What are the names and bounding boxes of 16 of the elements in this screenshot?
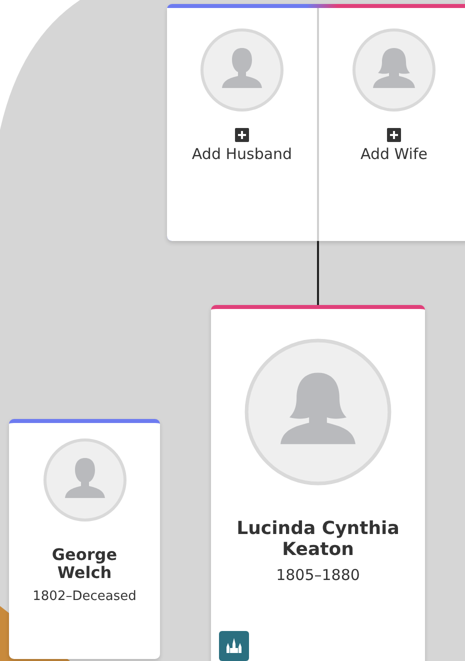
- person-card[interactable]: Lucinda Cynthia Keaton 1805–1880: [211, 305, 425, 661]
- person-dates: 1805–1880: [276, 566, 360, 584]
- avatar-placeholder-icon: [200, 28, 284, 112]
- person-card[interactable]: George Welch 1802–Deceased: [9, 419, 160, 659]
- avatar-placeholder-icon: [352, 28, 436, 112]
- connector-line: [317, 241, 319, 305]
- person-name: George Welch: [50, 546, 118, 583]
- person-dates: 1802–Deceased: [32, 588, 136, 604]
- plus-icon: [235, 128, 249, 142]
- add-parent-button[interactable]: Add Husband: [192, 128, 292, 163]
- add-parent-button[interactable]: Add Wife: [360, 128, 428, 163]
- avatar-placeholder-icon: [42, 438, 126, 522]
- person-name: Lucinda Cynthia Keaton: [236, 519, 400, 560]
- plus-icon: [387, 128, 401, 142]
- avatar-placeholder-icon: [243, 337, 393, 487]
- temple-icon[interactable]: [219, 631, 249, 661]
